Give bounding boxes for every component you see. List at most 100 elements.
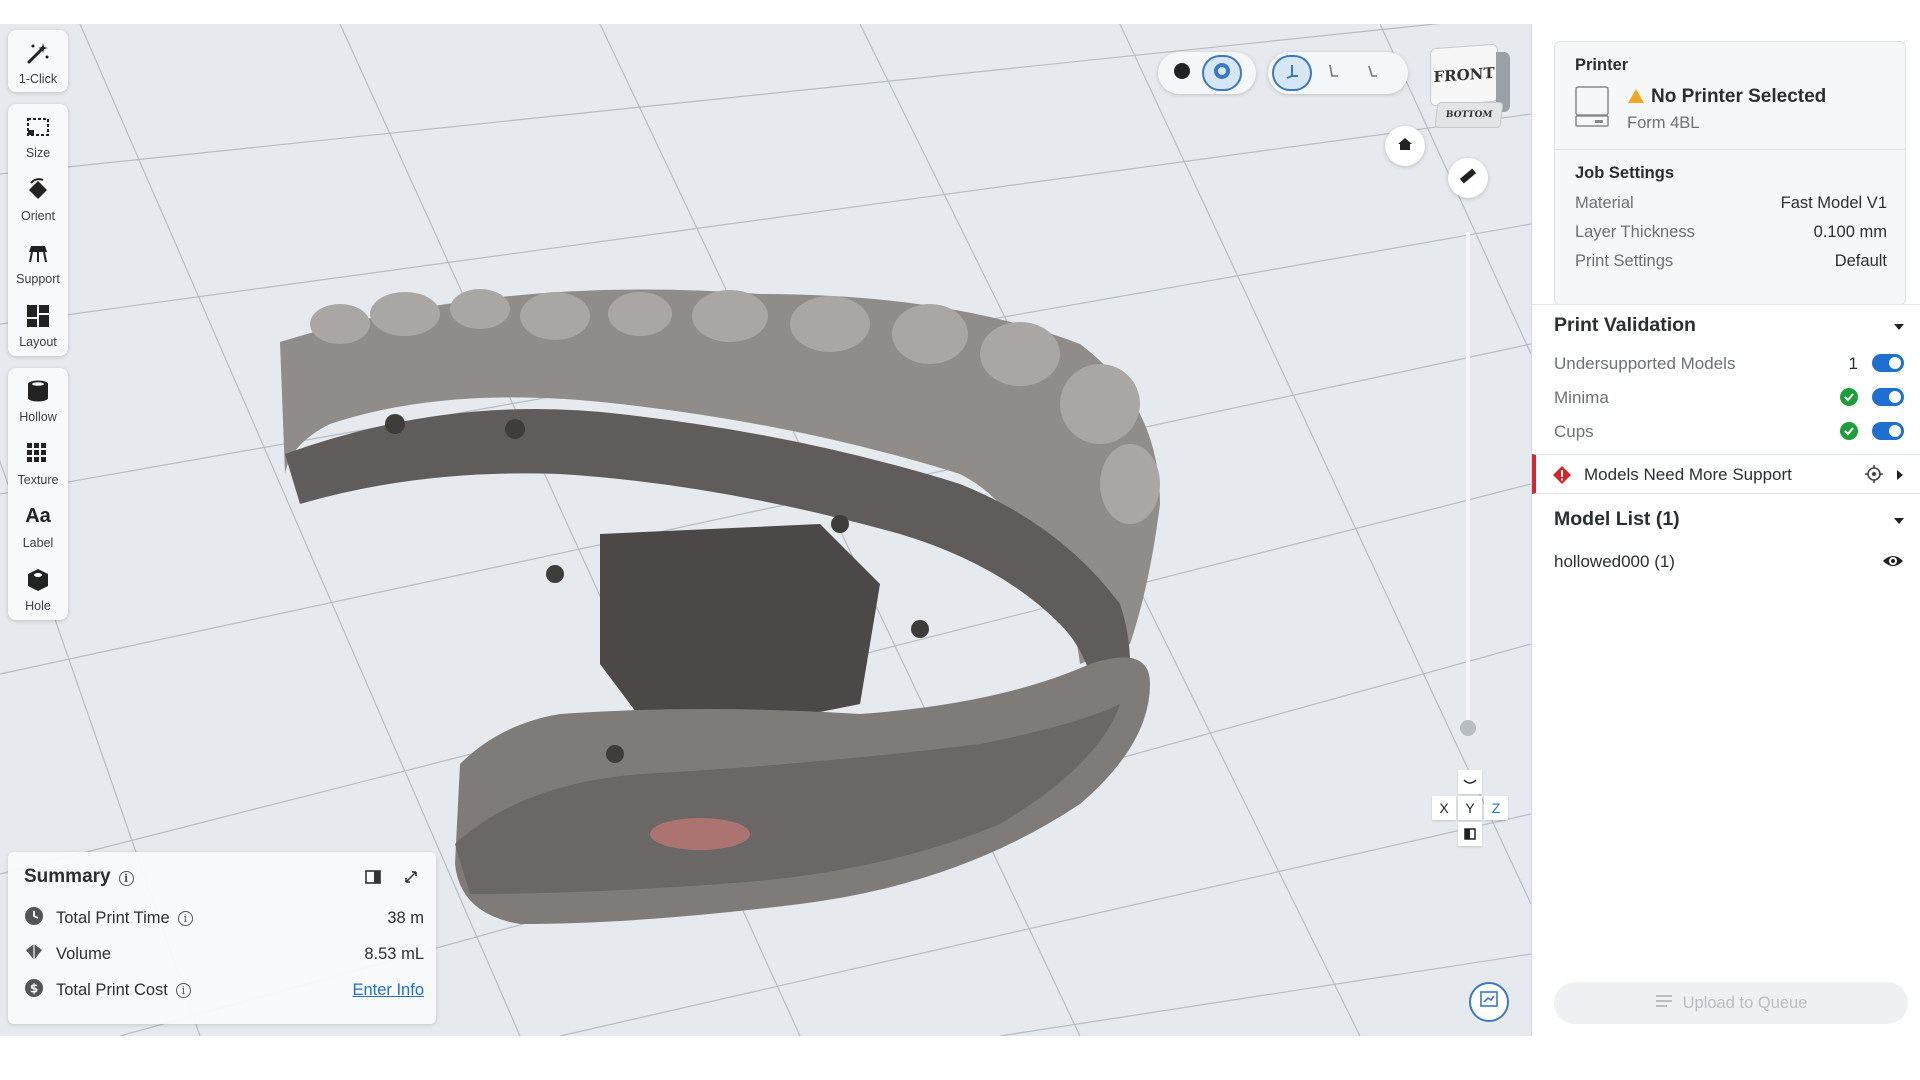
validation-label: Minima: [1554, 388, 1609, 407]
summary-label: Total Print Cost: [56, 980, 168, 999]
validation-minima: Minima: [1554, 388, 1904, 408]
plane-view-3-button[interactable]: [1352, 55, 1392, 91]
upload-to-queue-button[interactable]: Upload to Queue: [1554, 982, 1908, 1024]
dental-model: [280, 289, 1160, 924]
printer-model: Form 4BL: [1627, 114, 1700, 132]
tool-label: Hollow: [19, 409, 57, 424]
enter-info-link[interactable]: Enter Info: [352, 981, 424, 1000]
info-icon[interactable]: i: [118, 871, 134, 886]
undersupported-toggle[interactable]: [1872, 354, 1904, 372]
print-validation-title[interactable]: Print Validation: [1554, 314, 1696, 337]
chevron-right-icon[interactable]: [1896, 468, 1904, 486]
alert-text: Models Need More Support: [1584, 465, 1792, 484]
setting-value: Fast Model V1: [1780, 194, 1887, 212]
plane-view-2-button[interactable]: [1312, 55, 1352, 91]
tool-hole[interactable]: Hole: [8, 557, 68, 620]
clock-icon: [24, 906, 44, 931]
printer-icon: [1575, 86, 1609, 133]
tool-layout[interactable]: Layout: [8, 293, 68, 356]
info-icon[interactable]: i: [175, 982, 191, 998]
hollow-icon: [23, 376, 53, 406]
setting-value: 0.100 mm: [1813, 223, 1887, 241]
locate-icon[interactable]: [1865, 465, 1883, 488]
validation-alert-row[interactable]: Models Need More Support: [1532, 454, 1920, 494]
cups-toggle[interactable]: [1872, 422, 1904, 440]
check-icon: [1840, 388, 1858, 406]
view-cube[interactable]: FRONT BOTTOM: [1428, 36, 1512, 132]
tool-support[interactable]: Support: [8, 230, 68, 293]
summary-title-text: Summary: [24, 866, 111, 887]
xray-view-button[interactable]: [1202, 55, 1242, 91]
plane-view-1-button[interactable]: [1272, 55, 1312, 91]
layer-slider-track[interactable]: [1466, 232, 1470, 728]
upload-label: Upload to Queue: [1682, 993, 1808, 1012]
axis-y-button[interactable]: Y: [1458, 796, 1482, 820]
error-diamond-icon: [1552, 465, 1572, 490]
toolbar-group-prepare: Size Orient Support Layout: [8, 104, 68, 356]
axis-tilt-icon: [1283, 62, 1301, 85]
validation-label: Undersupported Models: [1554, 354, 1736, 373]
expand-icon[interactable]: [402, 868, 420, 891]
tool-texture[interactable]: Texture: [8, 431, 68, 494]
info-icon[interactable]: i: [177, 910, 193, 926]
setting-material: Material Fast Model V1: [1575, 194, 1887, 213]
summary-title: Summary i: [24, 866, 134, 888]
measure-button[interactable]: [1448, 158, 1488, 198]
chart-feedback-icon: [1479, 990, 1499, 1015]
eye-closed-icon[interactable]: [1458, 770, 1482, 794]
tool-label: Orient: [20, 208, 56, 223]
support-icon: [23, 238, 53, 268]
minima-toggle[interactable]: [1872, 388, 1904, 406]
solid-view-button[interactable]: [1162, 55, 1202, 91]
summary-row-time: Total Print Time i 38 m: [24, 904, 428, 932]
model-list-item[interactable]: hollowed000 (1): [1554, 552, 1904, 572]
axis-x-button[interactable]: X: [1432, 796, 1456, 820]
label-icon: Aa: [25, 505, 51, 527]
orient-icon: [23, 175, 53, 205]
volume-icon: [24, 942, 44, 967]
setting-label: Print Settings: [1575, 252, 1674, 270]
check-icon: [1840, 422, 1858, 440]
tool-label: 1-Click: [18, 71, 58, 86]
validation-undersupported: Undersupported Models 1: [1554, 354, 1904, 374]
layer-slider-thumb[interactable]: [1460, 720, 1476, 736]
card-divider: [1555, 149, 1905, 150]
camera-plane-toggle: [1268, 52, 1408, 94]
layout-icon: [23, 301, 53, 331]
collapse-caret-icon[interactable]: [1894, 518, 1904, 524]
printer-status: No Printer Selected: [1651, 86, 1827, 107]
section-view-icon[interactable]: [1458, 822, 1482, 846]
setting-print-settings: Print Settings Default: [1575, 252, 1887, 271]
model-list-title[interactable]: Model List (1): [1554, 508, 1680, 531]
model-name: hollowed000 (1): [1554, 552, 1675, 571]
summary-panel: Summary i Total Print Time i 38 m Volume …: [8, 852, 436, 1024]
printer-card[interactable]: Printer No Printer Selected Form 4BL Job…: [1554, 41, 1906, 305]
summary-label: Total Print Time: [56, 908, 170, 927]
view-cube-bottom[interactable]: BOTTOM: [1434, 102, 1504, 128]
feedback-button[interactable]: [1469, 982, 1509, 1022]
tool-label-text[interactable]: Aa Label: [8, 494, 68, 557]
top-strip: [0, 0, 1920, 24]
axis-z-button[interactable]: Z: [1484, 796, 1508, 820]
home-icon: [1397, 136, 1413, 157]
axis-tilt-icon: [1363, 62, 1381, 85]
dock-panel-icon[interactable]: [364, 868, 382, 891]
tool-label: Label: [22, 535, 54, 550]
setting-value: Default: [1834, 252, 1887, 270]
tool-size[interactable]: Size: [8, 104, 68, 167]
magic-wand-icon: [23, 38, 53, 68]
setting-layer-thickness: Layer Thickness 0.100 mm: [1575, 223, 1887, 242]
eye-icon[interactable]: [1882, 552, 1904, 575]
ruler-icon: [1459, 167, 1477, 190]
tool-1-click[interactable]: 1-Click: [8, 30, 68, 93]
tool-hollow[interactable]: Hollow: [8, 368, 68, 431]
tool-orient[interactable]: Orient: [8, 167, 68, 230]
collapse-caret-icon[interactable]: [1894, 324, 1904, 330]
view-cube-front[interactable]: FRONT: [1430, 43, 1498, 107]
home-view-button[interactable]: [1385, 126, 1425, 166]
toolbar-group-modify: Hollow Texture Aa Label Hole: [8, 368, 68, 620]
queue-icon: [1655, 994, 1673, 1013]
solid-sphere-icon: [1173, 62, 1191, 85]
summary-label: Volume: [56, 944, 112, 963]
texture-icon: [23, 439, 53, 469]
